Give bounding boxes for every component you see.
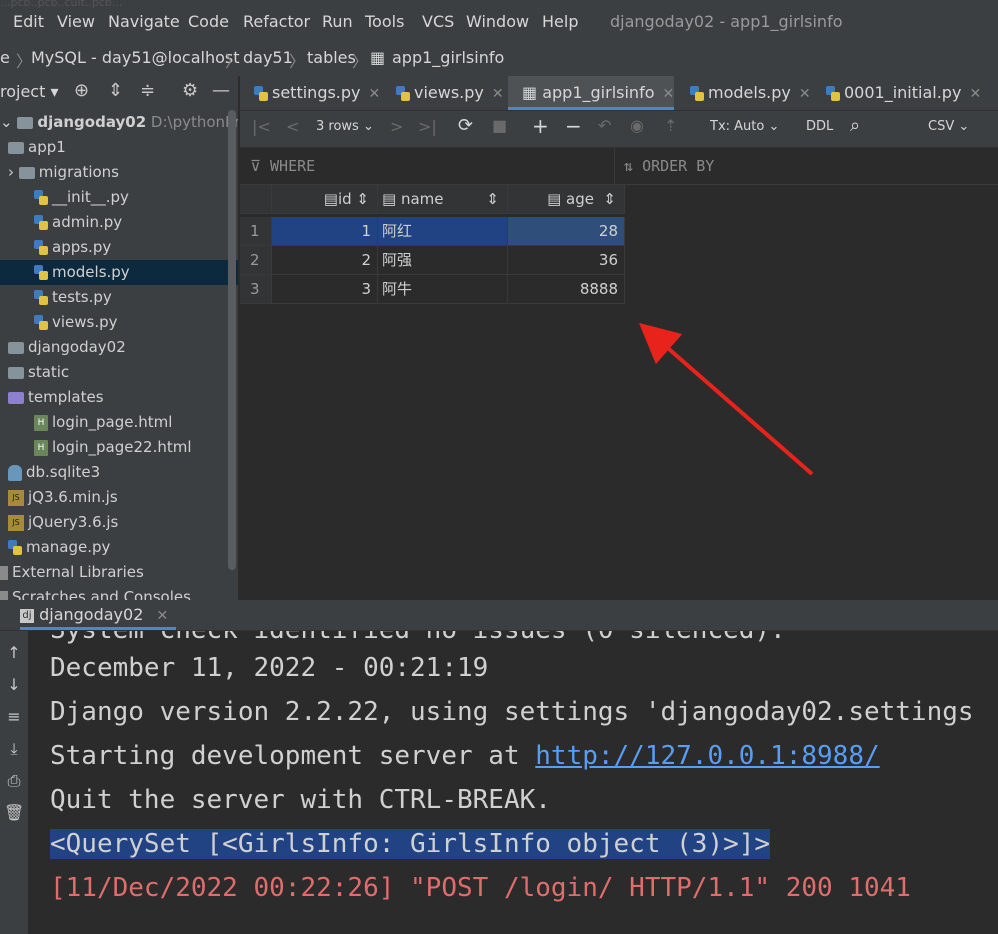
scroll-to-end-icon[interactable]: ⤓ <box>4 739 24 759</box>
django-icon: dj <box>20 608 34 623</box>
close-icon[interactable]: ✕ <box>156 608 168 624</box>
run-side-toolbar: ↑ ↓ ≡ ⤓ ⎙ 🗑 <box>0 631 28 934</box>
arrow-up-icon[interactable]: ↑ <box>4 643 24 663</box>
soft-wrap-icon[interactable]: ≡ <box>4 707 24 727</box>
run-tab-label: djangoday02 <box>39 605 144 624</box>
print-icon[interactable]: ⎙ <box>4 771 24 791</box>
console-line: System check identified no issues (0 sil… <box>50 631 786 645</box>
console-line: December 11, 2022 - 00:21:19 <box>50 653 489 683</box>
server-url-link[interactable]: http://127.0.0.1:8988/ <box>535 741 879 771</box>
trash-icon[interactable]: 🗑 <box>4 803 24 823</box>
arrow-down-icon[interactable]: ↓ <box>4 675 24 695</box>
run-tab-djangoday02[interactable]: dj djangoday02 ✕ <box>20 600 177 630</box>
run-tabs: dj djangoday02 ✕ <box>0 600 998 631</box>
console-line: Django version 2.2.22, using settings 'd… <box>50 697 974 727</box>
console-line-request-log: [11/Dec/2022 00:22:26] "POST /login/ HTT… <box>50 873 911 903</box>
console-line: Starting development server at http://12… <box>50 741 880 771</box>
annotation-arrow-table <box>638 322 814 476</box>
console-output[interactable]: System check identified no issues (0 sil… <box>28 631 998 934</box>
console-line: Quit the server with CTRL-BREAK. <box>50 785 551 815</box>
console-line-queryset: <QuerySet [<GirlsInfo: GirlsInfo object … <box>50 829 771 859</box>
